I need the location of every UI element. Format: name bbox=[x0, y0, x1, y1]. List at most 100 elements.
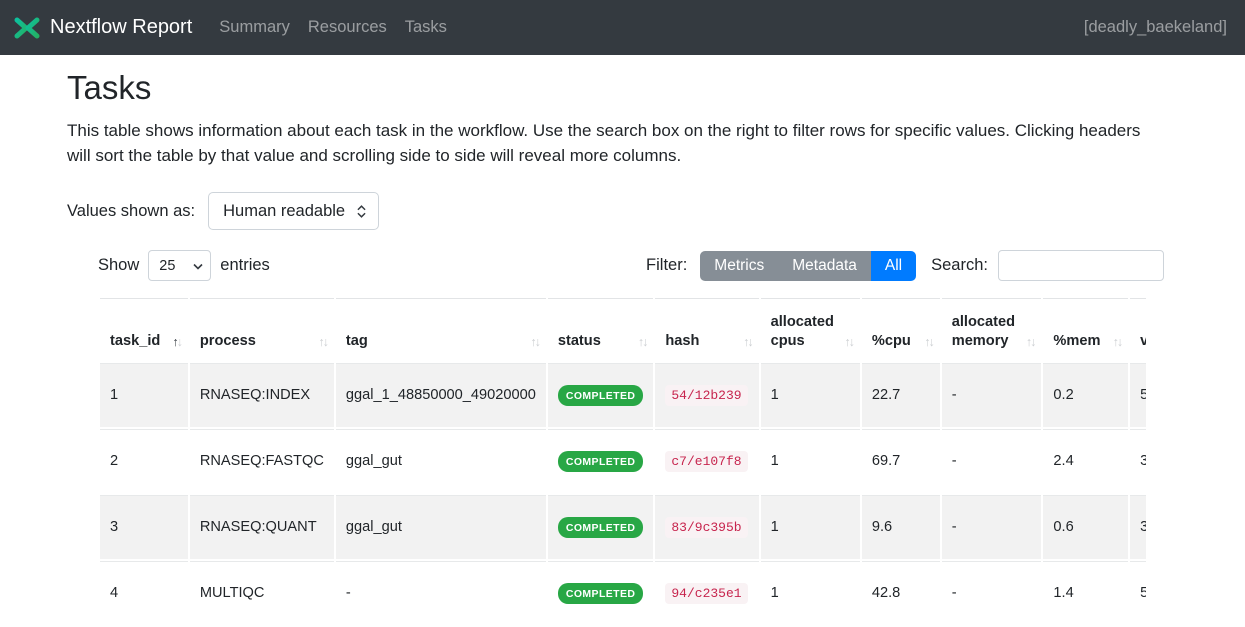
navbar: Nextflow Report Summary Resources Tasks … bbox=[0, 0, 1245, 55]
nav-link-tasks[interactable]: Tasks bbox=[396, 18, 456, 37]
nextflow-logo-icon bbox=[14, 15, 40, 41]
sort-icon: ↑↓ bbox=[743, 334, 752, 350]
filter-button-metadata[interactable]: Metadata bbox=[778, 251, 871, 281]
column-label: status bbox=[558, 333, 601, 349]
cell-task_id: 1 bbox=[100, 363, 188, 427]
table-row: 2RNASEQ:FASTQCggal_gutCOMPLETED c7/e107f8… bbox=[100, 429, 1146, 493]
page-title: Tasks bbox=[67, 69, 1193, 107]
column-header-vmem[interactable]: vmem↑↓ bbox=[1130, 298, 1146, 361]
nav-link-resources[interactable]: Resources bbox=[299, 18, 396, 37]
cell-process: RNASEQ:INDEX bbox=[190, 363, 334, 427]
search-group: Search: bbox=[931, 250, 1164, 281]
column-label: allocated cpus bbox=[771, 314, 834, 349]
cell-allocated_memory: - bbox=[942, 363, 1042, 427]
filter-label: Filter: bbox=[646, 256, 687, 275]
cell-pct_mem: 0.2 bbox=[1043, 363, 1128, 427]
filter-button-all[interactable]: All bbox=[871, 251, 916, 281]
column-label: allocated memory bbox=[952, 314, 1015, 349]
values-shown-select[interactable]: Human readable bbox=[208, 192, 379, 230]
cell-pct_mem: 1.4 bbox=[1043, 561, 1128, 625]
cell-task_id: 2 bbox=[100, 429, 188, 493]
run-name: [deadly_baekeland] bbox=[1084, 18, 1227, 37]
cell-hash: c7/e107f8 bbox=[655, 429, 758, 493]
cell-allocated_memory: - bbox=[942, 429, 1042, 493]
cell-process: RNASEQ:FASTQC bbox=[190, 429, 334, 493]
cell-allocated_cpus: 1 bbox=[761, 429, 860, 493]
cell-vmem: 52.016 MB bbox=[1130, 363, 1146, 427]
cell-hash: 83/9c395b bbox=[655, 495, 758, 559]
navbar-brand[interactable]: Nextflow Report bbox=[14, 15, 192, 41]
cell-process: RNASEQ:QUANT bbox=[190, 495, 334, 559]
table-controls-row: Show 25 entries Filter: Metrics Metadata… bbox=[98, 250, 1164, 281]
cell-tag: ggal_1_48850000_49020000 bbox=[336, 363, 546, 427]
sort-icon: ↑↓ bbox=[844, 334, 853, 350]
hash-code: 94/c235e1 bbox=[665, 583, 747, 604]
main-content: Tasks This table shows information about… bbox=[0, 55, 1245, 627]
column-label: tag bbox=[346, 333, 368, 349]
table-row: 3RNASEQ:QUANTggal_gut COMPLETED 83/9c395b1… bbox=[100, 495, 1146, 559]
status-badge: COMPLETED bbox=[558, 517, 644, 538]
table-header-row: task_id↑↓process↑↓tag↑↓status↑↓hash↑↓all… bbox=[100, 298, 1146, 361]
search-label: Search: bbox=[931, 256, 988, 275]
cell-hash: 94/c235e1 bbox=[655, 561, 758, 625]
column-header-pct_cpu[interactable]: %cpu↑↓ bbox=[862, 298, 940, 361]
sort-icon: ↑↓ bbox=[530, 334, 539, 350]
cell-status: COMPLETED bbox=[548, 363, 654, 427]
select-updown-icon bbox=[357, 205, 366, 218]
cell-pct_mem: 0.6 bbox=[1043, 495, 1128, 559]
show-label: Show bbox=[98, 256, 139, 275]
filter-button-metrics[interactable]: Metrics bbox=[700, 251, 778, 281]
column-label: process bbox=[200, 333, 256, 349]
sort-icon: ↑↓ bbox=[638, 334, 647, 350]
cell-pct_mem: 2.4 bbox=[1043, 429, 1128, 493]
column-label: hash bbox=[665, 333, 699, 349]
search-input[interactable] bbox=[998, 250, 1164, 281]
cell-tag: ggal_gut bbox=[336, 495, 546, 559]
cell-task_id: 3 bbox=[100, 495, 188, 559]
hash-code: c7/e107f8 bbox=[665, 451, 747, 472]
cell-pct_cpu: 69.7 bbox=[862, 429, 940, 493]
cell-allocated_cpus: 1 bbox=[761, 363, 860, 427]
column-header-status[interactable]: status ↑↓ bbox=[548, 298, 654, 361]
page-description: This table shows information about each … bbox=[67, 119, 1167, 168]
cell-vmem: 3.002 bbox=[1130, 429, 1146, 493]
column-header-hash[interactable]: hash ↑↓ bbox=[655, 298, 758, 361]
cell-pct_cpu: 22.7 bbox=[862, 363, 940, 427]
column-label: %mem bbox=[1053, 333, 1100, 349]
datatable-section: Show 25 entries Filter: Metrics Metadata… bbox=[98, 250, 1146, 627]
column-header-allocated_cpus[interactable]: allocated cpus ↑↓ bbox=[761, 298, 860, 361]
cell-tag: - bbox=[336, 561, 546, 625]
column-label: %cpu bbox=[872, 333, 911, 349]
page-length-select[interactable]: 25 bbox=[148, 250, 211, 281]
status-badge: COMPLETED bbox=[558, 583, 644, 604]
sort-icon: ↑↓ bbox=[1026, 334, 1035, 350]
column-label: vmem bbox=[1140, 333, 1146, 349]
column-header-allocated_memory[interactable]: allocated memory ↑↓ bbox=[942, 298, 1042, 361]
cell-status: COMPLETED bbox=[548, 429, 654, 493]
nav-links: Summary Resources Tasks bbox=[210, 18, 456, 37]
cell-hash: 54/12b239 bbox=[655, 363, 758, 427]
cell-tag: ggal_gut bbox=[336, 429, 546, 493]
cell-status: COMPLETED bbox=[548, 495, 654, 559]
column-header-tag[interactable]: tag ↑↓ bbox=[336, 298, 546, 361]
table-row: 4MULTIQC-COMPLETED94/c235e1142.8-1.4571.… bbox=[100, 561, 1146, 625]
column-label: task_id bbox=[110, 333, 160, 349]
hash-code: 54/12b239 bbox=[665, 385, 747, 406]
cell-allocated_memory: - bbox=[942, 561, 1042, 625]
cell-task_id: 4 bbox=[100, 561, 188, 625]
nav-link-summary[interactable]: Summary bbox=[210, 18, 299, 37]
column-header-pct_mem[interactable]: %mem↑↓ bbox=[1043, 298, 1128, 361]
cell-process: MULTIQC bbox=[190, 561, 334, 625]
column-header-task_id[interactable]: task_id↑↓ bbox=[100, 298, 188, 361]
cell-pct_cpu: 42.8 bbox=[862, 561, 940, 625]
status-badge: COMPLETED bbox=[558, 385, 644, 406]
values-shown-label: Values shown as: bbox=[67, 202, 195, 221]
sort-icon: ↑↓ bbox=[318, 334, 327, 350]
select-caret-icon bbox=[193, 258, 203, 274]
entries-label: entries bbox=[220, 256, 270, 275]
cell-status: COMPLETED bbox=[548, 561, 654, 625]
cell-allocated_memory: - bbox=[942, 495, 1042, 559]
cell-allocated_cpus: 1 bbox=[761, 495, 860, 559]
brand-title: Nextflow Report bbox=[50, 16, 192, 39]
column-header-process[interactable]: process ↑↓ bbox=[190, 298, 334, 361]
